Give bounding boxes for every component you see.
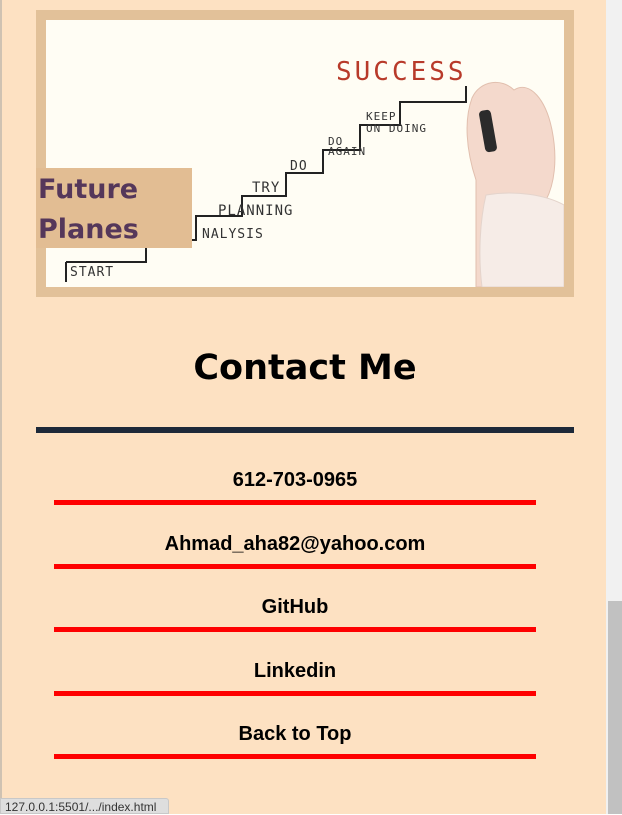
sleeve-shape	[479, 192, 564, 287]
contact-item-linkedin: Linkedin	[54, 649, 536, 713]
contact-item-divider	[54, 690, 536, 696]
contact-item-github: GitHub	[54, 585, 536, 649]
status-bar-url: 127.0.0.1:5501/.../index.html	[0, 798, 170, 814]
page-viewport: START NALYSIS PLANNING TRY DO DO AGAIN K…	[0, 0, 606, 814]
contact-list: 612-703-0965 Ahmad_aha82@yahoo.com GitHu…	[54, 458, 536, 776]
contact-item-divider	[54, 500, 536, 505]
contact-item-email: Ahmad_aha82@yahoo.com	[54, 522, 536, 586]
project-title-label[interactable]: Future Planes	[36, 168, 192, 248]
project-title-line1: Future	[38, 174, 139, 205]
step-start: START	[70, 265, 114, 280]
step-keep-2: ON DOING	[366, 122, 427, 135]
linkedin-link[interactable]: Linkedin	[54, 649, 536, 693]
contact-item-phone: 612-703-0965	[54, 458, 536, 522]
step-planning: PLANNING	[218, 203, 293, 219]
contact-item-back-to-top: Back to Top	[54, 712, 536, 776]
success-word: SUCCESS	[336, 57, 467, 87]
contact-heading-divider	[36, 427, 574, 433]
contact-item-divider	[54, 563, 536, 569]
email-link[interactable]: Ahmad_aha82@yahoo.com	[54, 522, 536, 566]
project-card[interactable]: START NALYSIS PLANNING TRY DO DO AGAIN K…	[36, 10, 574, 297]
back-to-top-link[interactable]: Back to Top	[54, 712, 536, 756]
contact-item-divider	[54, 754, 536, 759]
project-title-line2: Planes	[38, 214, 139, 245]
github-link[interactable]: GitHub	[54, 585, 536, 629]
phone-link[interactable]: 612-703-0965	[54, 458, 536, 502]
step-analysis: NALYSIS	[202, 227, 264, 242]
step-do: DO	[290, 159, 308, 174]
vertical-scrollbar-thumb[interactable]	[608, 601, 622, 814]
contact-heading: Contact Me	[193, 348, 417, 388]
step-try: TRY	[252, 180, 280, 196]
contact-item-divider	[54, 627, 536, 632]
step-do-again-2: AGAIN	[328, 145, 366, 158]
